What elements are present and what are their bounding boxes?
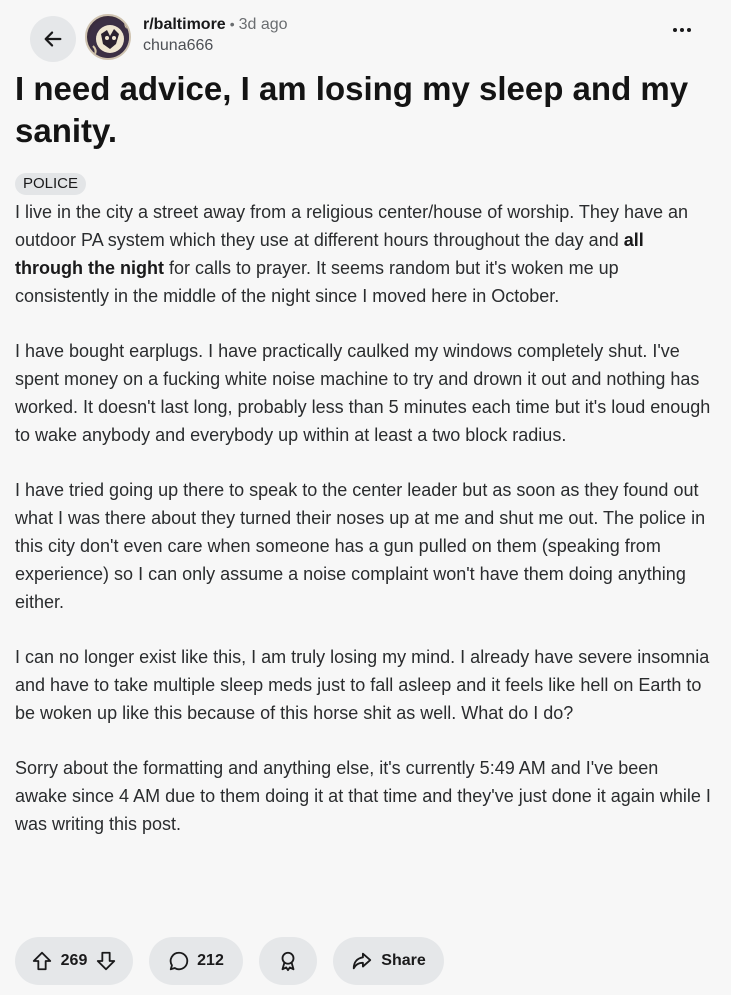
- post-header: r/baltimore • 3d ago chuna666: [15, 0, 716, 66]
- share-arrow-icon: [353, 952, 372, 970]
- share-button[interactable]: Share: [333, 937, 444, 985]
- post-flair[interactable]: POLICE: [15, 173, 87, 195]
- more-horizontal-icon: [673, 28, 677, 32]
- post-paragraph: Sorry about the formatting and anything …: [15, 758, 711, 834]
- post-meta: r/baltimore • 3d ago chuna666: [143, 16, 288, 55]
- more-options-button[interactable]: [673, 28, 691, 32]
- share-label: Share: [381, 952, 426, 969]
- comment-count: 212: [197, 952, 224, 969]
- post-paragraph: I live in the city a street away from a …: [15, 202, 689, 306]
- vote-count: 269: [60, 952, 88, 969]
- arrow-left-icon: [44, 31, 62, 47]
- post-paragraph: I have tried going up there to speak to …: [15, 480, 706, 612]
- arrow-up-icon[interactable]: [31, 950, 53, 972]
- back-button[interactable]: [30, 16, 76, 62]
- post-paragraph: I have bought earplugs. I have practical…: [15, 341, 711, 445]
- post-action-bar: 269 212 Share: [15, 937, 444, 985]
- post-time: 3d ago: [238, 16, 288, 33]
- comment-bubble-icon: [169, 951, 189, 971]
- meta-separator: •: [229, 16, 235, 32]
- arrow-down-icon[interactable]: [95, 950, 117, 972]
- post-title: I need advice, I am losing my sleep and …: [15, 70, 689, 149]
- award-button[interactable]: [259, 937, 317, 985]
- subreddit-name[interactable]: r/baltimore: [143, 16, 226, 34]
- post-body: I live in the city a street away from a …: [15, 198, 715, 865]
- comments-button[interactable]: 212: [149, 937, 243, 985]
- subreddit-avatar[interactable]: [85, 14, 131, 60]
- post-author[interactable]: chuna666: [143, 37, 288, 55]
- post-paragraph: I can no longer exist like this, I am tr…: [15, 647, 710, 723]
- post-page: r/baltimore • 3d ago chuna666 I need adv…: [0, 0, 731, 995]
- vote-control: 269: [15, 937, 133, 985]
- award-icon: [281, 951, 295, 972]
